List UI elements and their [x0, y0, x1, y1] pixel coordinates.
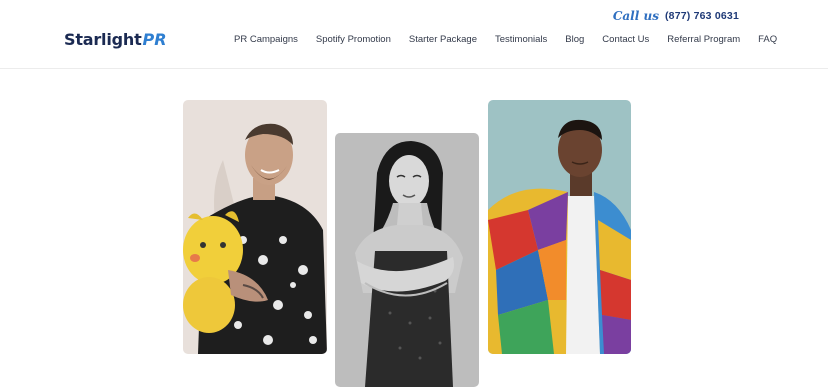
nav-item-spotify-promotion[interactable]: Spotify Promotion: [316, 34, 391, 45]
phone-number-link[interactable]: (877) 763 0631: [665, 10, 739, 22]
artist-photo-card-2: [335, 133, 479, 387]
nav-item-starter-package[interactable]: Starter Package: [409, 34, 477, 45]
artist-photo-card-3: [488, 100, 631, 354]
nav-item-blog[interactable]: Blog: [565, 34, 584, 45]
nav-item-referral-program[interactable]: Referral Program: [667, 34, 740, 45]
nav-item-pr-campaigns[interactable]: PR Campaigns: [234, 34, 298, 45]
artist-photo-woman-bw-icon: [335, 133, 479, 387]
site-header: Starlight PR Call us (877) 763 0631 PR C…: [0, 0, 828, 69]
nav-item-testimonials[interactable]: Testimonials: [495, 34, 547, 45]
main-nav: PR Campaigns Spotify Promotion Starter P…: [234, 34, 777, 45]
site-logo[interactable]: Starlight PR: [64, 30, 167, 50]
artist-photo-man-colorful-icon: [488, 100, 631, 354]
nav-item-contact-us[interactable]: Contact Us: [602, 34, 649, 45]
logo-text-main: Starlight: [64, 30, 142, 49]
call-us-bar: Call us (877) 763 0631: [613, 9, 739, 23]
artist-photo-tattooed-man-icon: [183, 100, 327, 354]
nav-item-faq[interactable]: FAQ: [758, 34, 777, 45]
logo-text-accent: PR: [142, 30, 167, 49]
call-us-label: Call us: [612, 9, 659, 23]
artist-photo-card-1: [183, 100, 327, 354]
